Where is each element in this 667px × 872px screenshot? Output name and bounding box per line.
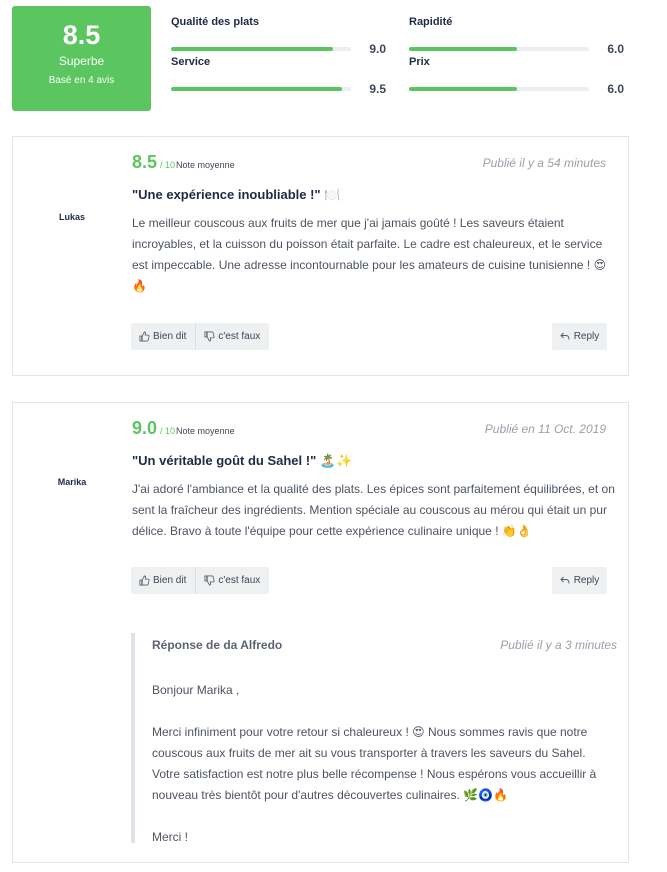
review-date: Publié en 11 Oct. 2019 bbox=[484, 422, 606, 436]
response-header: Réponse de da Alfredo bbox=[152, 638, 283, 652]
review-count: Basé en 4 avis bbox=[48, 75, 115, 86]
not-helpful-button[interactable]: c'est faux bbox=[195, 567, 270, 594]
helpful-label: Bien dit bbox=[153, 331, 187, 342]
criterion-bar-fill bbox=[409, 47, 517, 51]
criterion-name: Prix bbox=[409, 56, 430, 68]
criterion-value: 6.0 bbox=[607, 42, 624, 56]
review-body: Le meilleur couscous aux fruits de mer q… bbox=[132, 216, 607, 293]
review-rating-scale: / 10 bbox=[160, 426, 176, 436]
criterion-bar bbox=[409, 87, 589, 91]
review-author[interactable]: Lukas bbox=[13, 212, 131, 222]
review-rating: 8.5/ 10Note moyenne bbox=[132, 152, 235, 173]
reply-arrow-icon bbox=[560, 576, 570, 584]
criterion-bar bbox=[171, 47, 351, 51]
helpful-button[interactable]: Bien dit bbox=[131, 567, 196, 594]
criterion-name: Service bbox=[171, 56, 211, 68]
not-helpful-label: c'est faux bbox=[218, 331, 261, 342]
review-date: Publié il y a 54 minutes bbox=[482, 156, 606, 170]
criterion-value: 9.5 bbox=[369, 82, 386, 96]
vote-group: Bien dit c'est faux bbox=[131, 323, 270, 350]
review-rating: 9.0/ 10Note moyenne bbox=[132, 418, 235, 439]
reply-label: Reply bbox=[573, 575, 600, 586]
criterion-bar-fill bbox=[171, 47, 333, 51]
response-paragraph: Merci infiniment pour votre retour si ch… bbox=[152, 725, 597, 802]
review-rating-value: 9.0 bbox=[132, 418, 158, 438]
criterion-service: Service 9.5 bbox=[171, 56, 386, 96]
helpful-label: Bien dit bbox=[153, 575, 187, 586]
response-body: Bonjour Marika , Merci infiniment pour v… bbox=[152, 680, 612, 848]
vote-group: Bien dit c'est faux bbox=[131, 567, 270, 594]
review-title: "Un véritable goût du Sahel !" 🏝️✨ bbox=[132, 453, 353, 468]
criterion-speed: Rapidité 6.0 bbox=[409, 16, 624, 56]
thumbs-down-icon bbox=[204, 575, 215, 586]
overall-score-box: 8.5 Superbe Basé en 4 avis bbox=[12, 6, 151, 111]
overall-score: 8.5 bbox=[62, 20, 101, 50]
criterion-value: 9.0 bbox=[369, 42, 386, 56]
response-paragraph bbox=[152, 701, 612, 722]
reply-button[interactable]: Reply bbox=[552, 323, 607, 350]
not-helpful-label: c'est faux bbox=[218, 575, 261, 586]
criterion-name: Qualité des plats bbox=[171, 16, 260, 28]
review-title: "Une expérience inoubliable !" 🍽️ bbox=[132, 187, 341, 202]
helpful-button[interactable]: Bien dit bbox=[131, 323, 196, 350]
reply-button[interactable]: Reply bbox=[552, 567, 607, 594]
review-card: Lukas 8.5/ 10Note moyenne Publié il y a … bbox=[12, 136, 629, 376]
review-author[interactable]: Marika bbox=[13, 477, 131, 487]
criterion-bar-fill bbox=[409, 87, 517, 91]
criterion-bar bbox=[409, 47, 589, 51]
review-rating-scale: / 10 bbox=[160, 160, 176, 170]
criterion-bar-fill bbox=[171, 87, 342, 91]
review-rating-note: Note moyenne bbox=[176, 426, 235, 436]
overall-score-label: Superbe bbox=[58, 54, 105, 68]
review-body: J'ai adoré l'ambiance et la qualité des … bbox=[132, 482, 615, 538]
thumbs-up-icon bbox=[139, 331, 150, 342]
response-paragraph: Bonjour Marika , bbox=[152, 683, 240, 697]
criterion-value: 6.0 bbox=[607, 82, 624, 96]
criterion-bar bbox=[171, 87, 351, 91]
response-date: Publié il y a 3 minutes bbox=[500, 638, 617, 652]
reply-label: Reply bbox=[573, 331, 600, 342]
review-card: Marika 9.0/ 10Note moyenne Publié en 11 … bbox=[12, 402, 629, 863]
criterion-quality: Qualité des plats 9.0 bbox=[171, 16, 386, 56]
reply-arrow-icon bbox=[560, 332, 570, 340]
response-paragraph: Merci ! bbox=[152, 830, 188, 844]
owner-response: Réponse de da Alfredo Publié il y a 3 mi… bbox=[131, 633, 617, 844]
criterion-price: Prix 6.0 bbox=[409, 56, 624, 96]
review-rating-value: 8.5 bbox=[132, 152, 158, 172]
not-helpful-button[interactable]: c'est faux bbox=[195, 323, 270, 350]
response-paragraph bbox=[152, 806, 612, 827]
thumbs-down-icon bbox=[204, 331, 215, 342]
thumbs-up-icon bbox=[139, 575, 150, 586]
criterion-name: Rapidité bbox=[409, 16, 453, 28]
review-rating-note: Note moyenne bbox=[176, 160, 235, 170]
